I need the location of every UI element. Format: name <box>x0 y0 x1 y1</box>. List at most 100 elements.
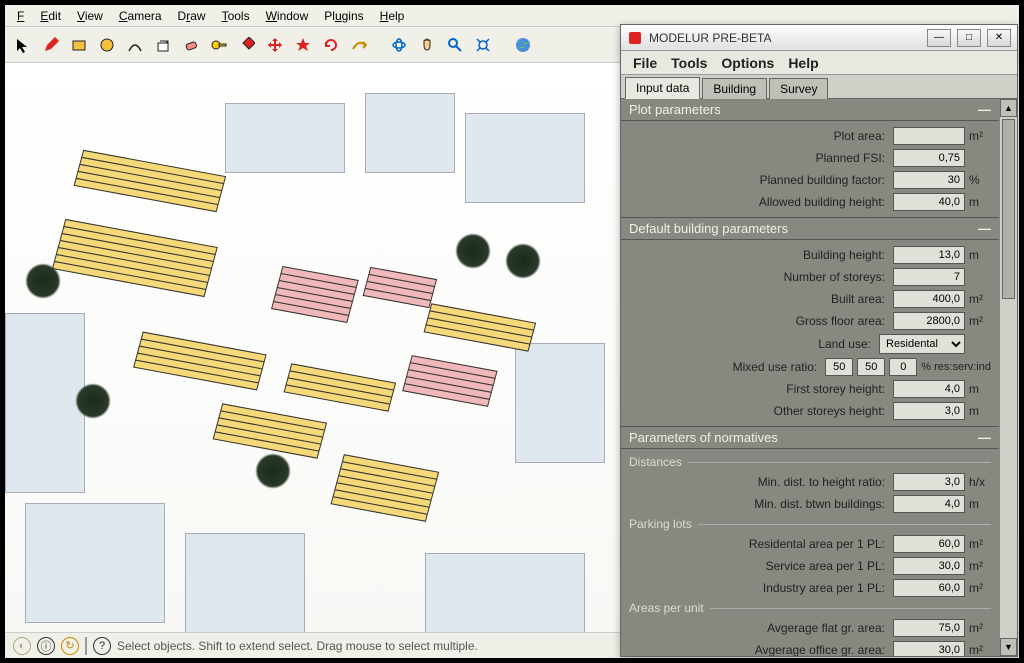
param-input[interactable] <box>893 193 965 211</box>
menu-draw[interactable]: Draw <box>170 7 214 25</box>
plugin-menu-tools[interactable]: Tools <box>665 53 713 73</box>
param-row: Min. dist. btwn buildings: m <box>621 493 999 515</box>
section-header[interactable]: Plot parameters— <box>621 99 999 121</box>
param-input[interactable] <box>893 535 965 553</box>
plugin-scrollbar[interactable]: ▲ ▼ <box>999 99 1017 656</box>
subsection-label: Distances <box>621 453 999 471</box>
scroll-down-icon[interactable]: ▼ <box>1000 638 1017 656</box>
eraser-icon[interactable] <box>179 33 203 57</box>
menu-camera[interactable]: Camera <box>111 7 170 25</box>
maximize-button[interactable]: □ <box>957 29 981 47</box>
select-arrow-icon[interactable] <box>11 33 35 57</box>
param-row: Plot area:m² <box>621 125 999 147</box>
clock-circle-icon[interactable]: ↻ <box>61 637 79 655</box>
section-header[interactable]: Parameters of normatives— <box>621 427 999 449</box>
info-circle-icon[interactable]: ◐ <box>13 637 31 655</box>
collapse-icon[interactable]: — <box>978 430 991 445</box>
param-row: Planned FSI: <box>621 147 999 169</box>
menu-window[interactable]: Window <box>258 7 317 25</box>
param-label: Other storeys height: <box>629 404 889 418</box>
param-input[interactable] <box>893 402 965 420</box>
globe-icon[interactable] <box>511 33 535 57</box>
arc-icon[interactable] <box>123 33 147 57</box>
param-input[interactable] <box>893 495 965 513</box>
param-unit: m² <box>969 621 991 635</box>
plugin-titlebar[interactable]: MODELUR PRE-BETA — □ ✕ <box>621 25 1017 51</box>
rotate-star-icon[interactable] <box>291 33 315 57</box>
param-unit: % <box>969 173 991 187</box>
collapse-icon[interactable]: — <box>978 221 991 236</box>
param-row: Building height:m <box>621 244 999 266</box>
paint-bucket-icon[interactable] <box>235 33 259 57</box>
menu-plugins[interactable]: Plugins <box>316 7 371 25</box>
minimize-button[interactable]: — <box>927 29 951 47</box>
plugin-menu-options[interactable]: Options <box>715 53 780 73</box>
param-input[interactable] <box>893 579 965 597</box>
param-input[interactable] <box>893 380 965 398</box>
param-row: Avgerage flat gr. area: m² <box>621 617 999 639</box>
param-input[interactable] <box>893 268 965 286</box>
param-row: Industry area per 1 PL: m² <box>621 577 999 599</box>
tape-measure-icon[interactable] <box>207 33 231 57</box>
pencil-icon[interactable] <box>39 33 63 57</box>
param-unit: m² <box>969 581 991 595</box>
modelur-panel: MODELUR PRE-BETA — □ ✕ File Tools Option… <box>620 24 1018 657</box>
param-input[interactable] <box>893 312 965 330</box>
plugin-title: MODELUR PRE-BETA <box>649 31 921 45</box>
param-input[interactable] <box>893 149 965 167</box>
scroll-thumb[interactable] <box>1002 119 1015 299</box>
menu-tools[interactable]: Tools <box>214 7 258 25</box>
zoom-extents-icon[interactable] <box>471 33 495 57</box>
push-pull-icon[interactable] <box>151 33 175 57</box>
close-button[interactable]: ✕ <box>987 29 1011 47</box>
param-label: Industry area per 1 PL: <box>629 581 889 595</box>
param-input[interactable] <box>893 619 965 637</box>
param-unit: m <box>969 195 991 209</box>
param-input[interactable] <box>893 127 965 145</box>
param-label: Residental area per 1 PL: <box>629 537 889 551</box>
menu-file[interactable]: F <box>9 7 32 25</box>
menu-edit[interactable]: Edit <box>32 7 69 25</box>
follow-me-icon[interactable] <box>347 33 371 57</box>
tab-building[interactable]: Building <box>702 78 767 99</box>
plugin-menu-file[interactable]: File <box>627 53 663 73</box>
param-row: Gross floor area:m² <box>621 310 999 332</box>
param-label: Plot area: <box>629 129 889 143</box>
param-select[interactable]: Residental <box>879 334 965 354</box>
param-unit: m <box>969 404 991 418</box>
param-input[interactable] <box>893 246 965 264</box>
scroll-up-icon[interactable]: ▲ <box>1000 99 1017 117</box>
move-icon[interactable] <box>263 33 287 57</box>
param-label: Avgerage flat gr. area: <box>629 621 889 635</box>
param-row: Other storeys height: m <box>621 400 999 422</box>
param-input[interactable] <box>889 358 917 376</box>
zoom-icon[interactable] <box>443 33 467 57</box>
collapse-icon[interactable]: — <box>978 102 991 117</box>
rotate-icon[interactable] <box>319 33 343 57</box>
param-label: Gross floor area: <box>629 314 889 328</box>
person-circle-icon[interactable]: ⓘ <box>37 637 55 655</box>
param-row: Mixed use ratio:% res:serv:ind <box>621 356 999 378</box>
section: Parameters of normatives— Distances Min. d… <box>621 427 999 656</box>
param-unit: m <box>969 497 991 511</box>
pan-hand-icon[interactable] <box>415 33 439 57</box>
param-input[interactable] <box>893 473 965 491</box>
param-input[interactable] <box>893 290 965 308</box>
plugin-menu-help[interactable]: Help <box>782 53 824 73</box>
param-input[interactable] <box>893 557 965 575</box>
param-input[interactable] <box>825 358 853 376</box>
param-input[interactable] <box>893 171 965 189</box>
help-circle-icon[interactable]: ? <box>93 637 111 655</box>
tab-input-data[interactable]: Input data <box>625 77 700 99</box>
circle-icon[interactable] <box>95 33 119 57</box>
param-label: Min. dist. btwn buildings: <box>629 497 889 511</box>
param-input[interactable] <box>857 358 885 376</box>
tab-survey[interactable]: Survey <box>769 78 828 99</box>
menu-help[interactable]: Help <box>372 7 413 25</box>
orbit-icon[interactable] <box>387 33 411 57</box>
rectangle-icon[interactable] <box>67 33 91 57</box>
param-input[interactable] <box>893 641 965 656</box>
menu-view[interactable]: View <box>69 7 111 25</box>
param-unit: h/x <box>969 475 991 489</box>
section-header[interactable]: Default building parameters— <box>621 218 999 240</box>
